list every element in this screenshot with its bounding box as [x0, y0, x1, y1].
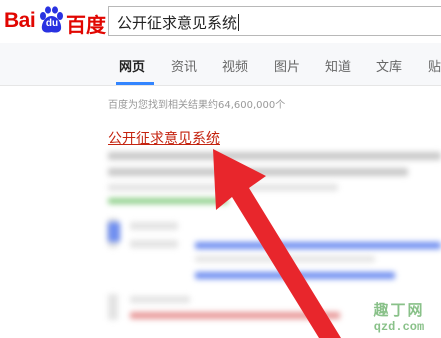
blurred-image [108, 222, 120, 242]
blurred-snippet [130, 312, 340, 319]
tab-tieba[interactable]: 贴 [428, 56, 441, 75]
result-count: 百度为您找到相关结果约64,600,000个 [108, 100, 286, 111]
active-tab-indicator [116, 82, 154, 85]
paw-icon: du [38, 6, 65, 34]
tab-images[interactable]: 图片 [274, 56, 300, 75]
text-caret [238, 14, 240, 31]
blurred-url [108, 198, 228, 204]
blurred-snippet [130, 222, 178, 230]
tab-news[interactable]: 资讯 [171, 56, 197, 75]
blurred-snippet [108, 168, 408, 176]
watermark-top-text: 趣丁网 [373, 301, 425, 319]
blurred-sublink [195, 272, 395, 279]
blurred-snippet [130, 296, 190, 303]
watermark: 趣丁网 qzd.com [359, 299, 439, 334]
blurred-snippet [195, 256, 375, 262]
tab-wenku[interactable]: 文库 [376, 56, 402, 75]
tab-video[interactable]: 视频 [222, 56, 248, 75]
tab-zhidao[interactable]: 知道 [325, 56, 351, 75]
blurred-snippet [130, 240, 178, 248]
search-input[interactable]: 公开征求意见系统 [108, 6, 441, 36]
logo-du-text: du [45, 18, 59, 29]
baidu-logo[interactable]: Bai du 百度 [4, 6, 108, 37]
tab-web[interactable]: 网页 [119, 56, 145, 75]
blurred-snippet [108, 184, 338, 191]
first-result-link[interactable]: 公开征求意见系统 [108, 128, 220, 148]
header: Bai du 百度 公开征求意见系统 [0, 0, 441, 43]
logo-bai-text: Bai [4, 9, 36, 32]
blurred-sublink [195, 242, 441, 249]
search-tab-bar: 网页 资讯 视频 图片 知道 文库 贴 [0, 43, 441, 86]
watermark-bottom-text: qzd.com [373, 320, 425, 334]
logo-chinese-text: 百度 [66, 13, 106, 37]
blurred-snippet [108, 152, 441, 160]
search-query-text: 公开征求意见系统 [117, 14, 240, 32]
blurred-image [108, 294, 118, 320]
